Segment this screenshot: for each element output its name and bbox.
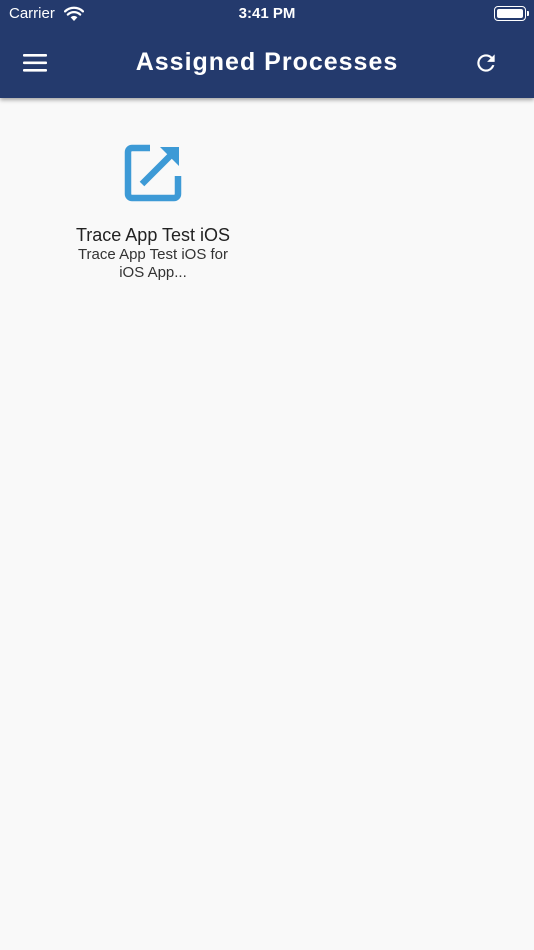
process-list: Trace App Test iOS Trace App Test iOS fo… <box>0 98 534 950</box>
refresh-icon <box>477 54 495 72</box>
open-external-icon <box>124 144 182 202</box>
status-time: 3:41 PM <box>238 5 296 22</box>
battery-cap <box>527 11 529 16</box>
app-header: Carrier 3:41 PM Assigned Processes <box>0 0 534 98</box>
battery-icon <box>494 6 529 21</box>
page-title: Assigned Processes <box>135 48 399 76</box>
process-name: Trace App Test iOS <box>75 225 231 245</box>
nav-bar: Assigned Processes <box>0 28 534 98</box>
status-bar: Carrier 3:41 PM <box>0 0 534 28</box>
process-description: Trace App Test iOS for iOS App... <box>77 246 229 281</box>
battery-fill <box>497 9 523 18</box>
refresh-button[interactable] <box>468 46 504 80</box>
process-tile[interactable]: Trace App Test iOS Trace App Test iOS fo… <box>58 144 248 282</box>
